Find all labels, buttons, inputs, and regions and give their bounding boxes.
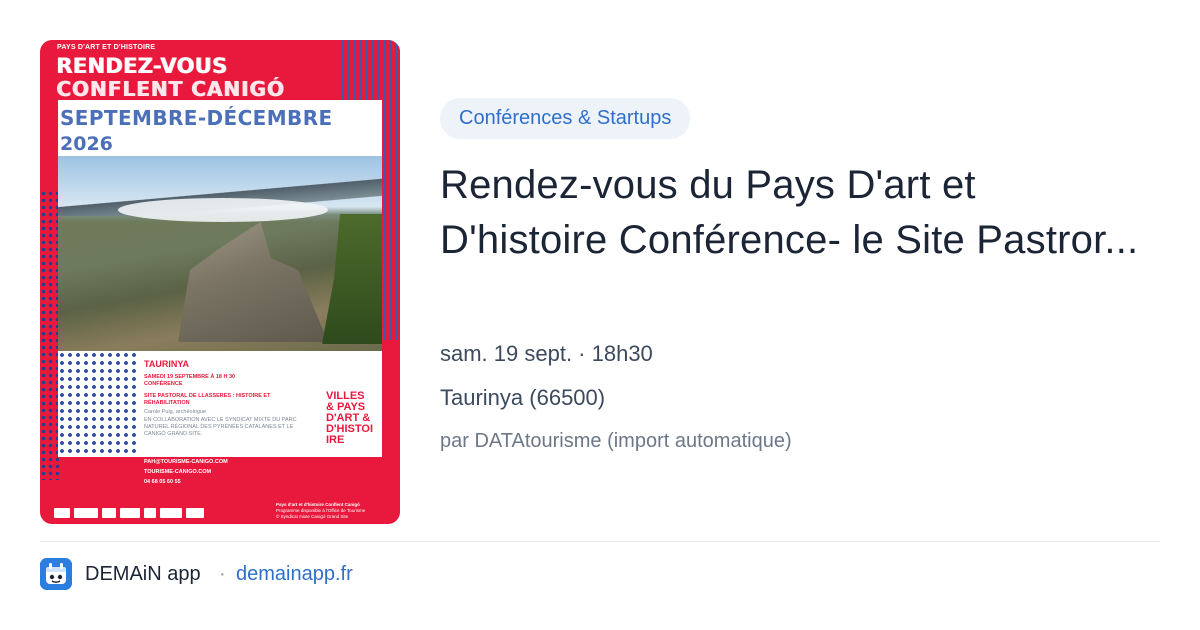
poster-contacts: PAH@TOURISME-CANIGO.COM TOURISME-CANIGO.…	[144, 458, 294, 488]
poster-kicker: PAYS D'ART ET D'HISTOIRE	[57, 44, 156, 51]
poster-title-line2: CONFLENT CANIGÓ	[56, 77, 285, 101]
partner-logo	[144, 508, 156, 518]
photo-trees	[322, 214, 382, 344]
share-card: PAYS D'ART ET D'HISTOIRE RENDEZ-VOUS CON…	[0, 0, 1200, 630]
poster-villes-logo: VILLES & PAYS D'ART & D'HISTOI IRE	[326, 391, 378, 446]
event-source: par DATAtourisme (import automatique)	[440, 430, 792, 452]
poster-villes-line: IRE	[326, 434, 345, 446]
app-name: DEMAiN app	[85, 563, 201, 585]
footer-separator: ·	[219, 563, 226, 585]
photo-clouds	[118, 198, 328, 222]
poster-type: CONFÉRENCE	[144, 381, 183, 387]
category-badge[interactable]: Conférences & Startups	[440, 98, 691, 139]
poster-website: TOURISME-CANIGO.COM	[144, 468, 212, 475]
app-domain-link[interactable]: demainapp.fr	[236, 563, 353, 586]
partner-logo	[186, 508, 204, 518]
poster-subject-line1: SITE PASTORAL DE LLASSERES : HISTOIRE ET	[144, 393, 271, 399]
event-location: Taurinya (66500)	[440, 385, 606, 410]
poster-town: TAURINYA	[144, 359, 190, 369]
partner-logo	[54, 508, 70, 518]
poster-subject-line2: RÉHABILITATION	[144, 400, 190, 406]
poster-phone: 04 68 05 60 55	[144, 478, 181, 485]
footer-divider	[40, 541, 1160, 542]
poster-collab: EN COLLABORATION AVEC LE SYNDICAT MIXTE …	[144, 417, 297, 437]
poster-email: PAH@TOURISME-CANIGO.COM	[144, 459, 228, 465]
poster-date: SAMEDI 19 SEPTEMBRE À 18 H 30	[144, 374, 236, 380]
poster-title-line1: RENDEZ-VOUS	[56, 54, 228, 78]
poster-footer-copy: © Syndicat mixte Canigó Grand Site	[276, 513, 349, 519]
poster-title-line4: 2026	[60, 133, 113, 155]
poster-info-block: TAURINYA SAMEDI 19 SEPTEMBRE À 18 H 30 C…	[58, 351, 382, 457]
event-datetime: sam. 19 sept. · 18h30	[440, 341, 653, 366]
photo-stone-ruin	[178, 222, 328, 342]
event-title[interactable]: Rendez-vous du Pays D'art et D'histoire …	[440, 158, 1140, 268]
poster-landscape-photo	[58, 156, 382, 351]
poster-footer: Pays d'art et d'histoire Conflent Canigó…	[276, 502, 396, 520]
demain-app-icon[interactable]	[40, 558, 72, 590]
partner-logo	[120, 508, 140, 518]
partner-logo	[74, 508, 98, 518]
partner-logo	[102, 508, 116, 518]
event-poster-image[interactable]: PAYS D'ART ET D'HISTOIRE RENDEZ-VOUS CON…	[40, 40, 400, 524]
poster-info-dot-pattern	[58, 351, 138, 457]
partner-logo	[160, 508, 182, 518]
poster-title-line3: SEPTEMBRE-DÉCEMBRE	[60, 106, 333, 130]
poster-partner-logos	[54, 508, 264, 520]
poster-dot-pattern	[40, 190, 60, 480]
poster-speaker: Carole Puig, archéologue	[144, 409, 207, 415]
